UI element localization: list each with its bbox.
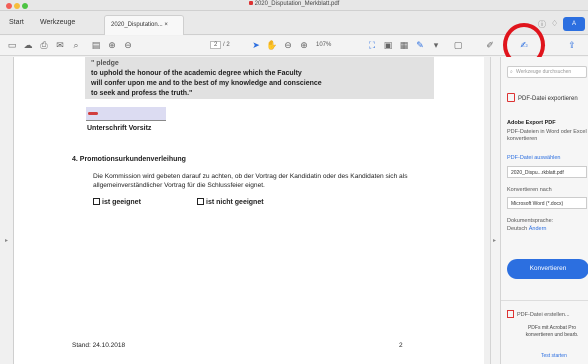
document-viewport[interactable]: ▸ " pledge to uphold the honour of the a… [0,57,490,364]
thumbnails-icon[interactable]: ▤ [90,39,102,52]
sign-in-button[interactable]: A [563,17,585,31]
pane-divider [501,300,588,301]
section-heading: 4. Promotionsurkundenverleihung [72,156,186,163]
option-not-suitable[interactable]: ist nicht geeignet [197,198,264,206]
create-pdf-tool[interactable]: PDF-Datei erstellen... [507,310,570,318]
convert-to-label: Konvertieren nach [507,187,552,193]
current-page-input[interactable]: 2 [210,41,222,49]
right-panel-toggle[interactable]: ▸ [490,57,500,364]
more-tools-icon[interactable]: ⇪ [566,39,578,52]
tools-search-input[interactable]: ⌕ Werkzeuge durchsuchen [507,66,587,78]
comment-icon[interactable]: ▢ [452,39,464,52]
help-icon[interactable]: ⓘ [538,19,546,30]
scroll-mode-icon[interactable]: ▦ [398,39,410,52]
print-icon[interactable]: ⎙ [38,39,50,52]
option-suitable[interactable]: ist geeignet [93,198,141,206]
search-icon[interactable]: ⌕ [70,39,82,52]
fit-page-icon[interactable]: ⛶ [366,39,378,52]
signature-label: Unterschrift Vorsitz [87,125,152,132]
fill-sign-icon[interactable]: ✎ [414,39,426,52]
create-pdf-icon [507,310,514,318]
footer-date: Stand: 24.10.2018 [72,342,126,349]
page-down-icon[interactable]: ⊖ [122,39,134,52]
expand-left-icon[interactable]: ▸ [5,237,8,244]
export-pdf-tool[interactable]: PDF-Datei exportieren [507,93,578,102]
convert-format-dropdown[interactable]: Microsoft Word (*.docx) [507,197,587,209]
zoom-in-icon[interactable]: ⊕ [298,39,310,52]
tools-pane: ⌕ Werkzeuge durchsuchen PDF-Datei export… [500,57,588,364]
highlight-icon[interactable]: ▾ [430,39,442,52]
select-cursor-icon[interactable]: ➤ [250,39,262,52]
save-icon[interactable]: ▭ [6,39,18,52]
hand-tool-icon[interactable]: ✋ [266,39,278,52]
selected-file-field[interactable]: 2020_Dispu...rkblatt.pdf [507,166,587,178]
tab-document[interactable]: 2020_Disputation... × [104,15,184,35]
main-toolbar: ▭ ☁ ⎙ ✉ ⌕ ▤ ⊕ ⊖ 2 / 2 ➤ ✋ ⊖ ⊕ 107% ⛶ ▣ ▦… [0,36,588,56]
signature-marker [88,112,98,115]
checkbox-suitable[interactable] [93,198,100,205]
left-panel-toggle[interactable]: ▸ [0,57,14,364]
email-icon[interactable]: ✉ [54,39,66,52]
doc-language-label: Dokumentsprache: [507,218,554,224]
upload-cloud-icon[interactable]: ☁ [22,39,34,52]
export-pdf-icon [507,93,515,102]
pledge-text-block: " pledge to uphold the honour of the aca… [85,57,434,99]
select-file-link[interactable]: PDF-Datei auswählen [507,155,561,161]
collapse-right-icon[interactable]: ▸ [493,237,496,244]
search-icon: ⌕ [510,69,513,75]
change-language-link[interactable]: Ändern [529,226,547,232]
tab-start[interactable]: Start [9,19,24,26]
export-heading: Adobe Export PDF [507,120,556,126]
footer-page-number: 2 [399,342,403,349]
zoom-dropdown[interactable]: 107% [316,42,331,48]
page-view-icon[interactable]: ▣ [382,39,394,52]
signature-field[interactable] [86,107,166,121]
page-total: / 2 [223,42,230,48]
export-description: PDF-Dateien in Word oder Excel konvertie… [507,129,587,142]
section-body: Die Kommission wird gebeten darauf zu ac… [93,173,408,189]
start-trial-link[interactable]: Test starten [541,353,567,359]
notification-bell-icon[interactable]: ♢ [551,19,558,28]
pdf-file-icon [248,1,253,6]
tab-bar: Start Werkzeuge 2020_Disputation... × ⓘ … [0,11,588,35]
pdf-page: " pledge to uphold the honour of the aca… [14,57,484,364]
convert-button[interactable]: Konvertieren [507,259,588,279]
title-bar: 2020_Disputation_Merkblatt.pdf [0,0,588,11]
pen-icon[interactable]: ✐ [484,39,496,52]
page-up-icon[interactable]: ⊕ [106,39,118,52]
window-title: 2020_Disputation_Merkblatt.pdf [0,1,588,7]
promo-text: PDFs mit Acrobat Pro konvertieren und be… [525,325,579,338]
checkbox-not-suitable[interactable] [197,198,204,205]
doc-language-value: Deutsch Ändern [507,226,547,232]
page-number-field[interactable]: 2 / 2 [210,41,230,49]
zoom-out-icon[interactable]: ⊖ [282,39,294,52]
tab-tools[interactable]: Werkzeuge [40,19,75,26]
